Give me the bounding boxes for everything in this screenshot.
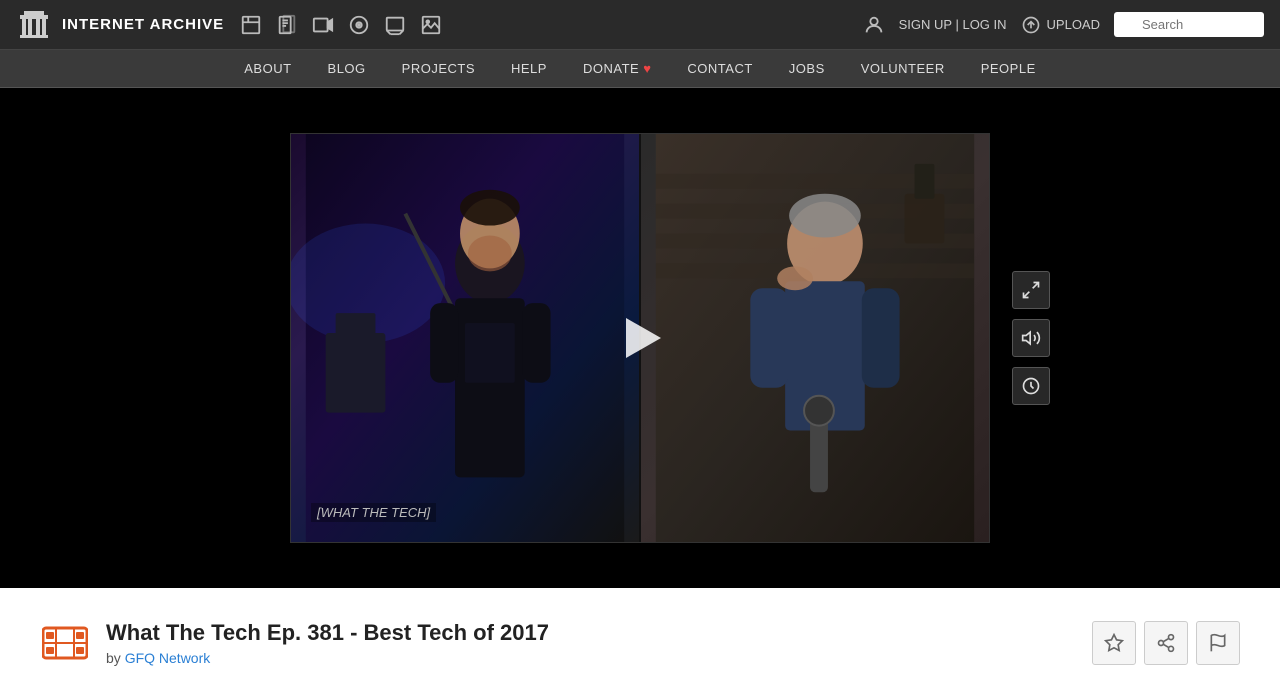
info-bar: What The Tech Ep. 381 - Best Tech of 201…: [0, 588, 1280, 698]
nav-software-icon[interactable]: [384, 14, 406, 36]
nav-video-icon[interactable]: [312, 14, 334, 36]
nav-projects[interactable]: PROJECTS: [384, 50, 493, 88]
user-icon: [863, 14, 885, 36]
video-section: [WHAT THE TECH]: [0, 88, 1280, 588]
search-wrapper[interactable]: 🔍: [1114, 12, 1264, 37]
play-button[interactable]: [610, 308, 670, 368]
nav-volunteer[interactable]: VOLUNTEER: [843, 50, 963, 88]
logo-area[interactable]: INTERNET ARCHIVE: [16, 7, 224, 43]
nav-people[interactable]: PEOPLE: [963, 50, 1054, 88]
upload-button[interactable]: UPLOAD: [1021, 15, 1100, 35]
signup-login-link[interactable]: SIGN UP | LOG IN: [899, 17, 1007, 32]
video-caption: [WHAT THE TECH]: [311, 503, 436, 522]
flag-button[interactable]: [1196, 621, 1240, 665]
archive-logo-icon: [16, 7, 52, 43]
secondary-navbar: ABOUT BLOG PROJECTS HELP DONATE ♥ CONTAC…: [0, 50, 1280, 88]
video-right-panel: [639, 134, 989, 542]
film-icon: [40, 618, 90, 668]
nav-donate[interactable]: DONATE ♥: [565, 50, 669, 88]
nav-texts-icon[interactable]: [276, 14, 298, 36]
fullscreen-button[interactable]: [1012, 271, 1050, 309]
favorite-button[interactable]: [1092, 621, 1136, 665]
by-line: by GFQ Network: [106, 650, 549, 666]
nav-icons: [240, 14, 863, 36]
nav-web-icon[interactable]: [240, 14, 262, 36]
nav-jobs[interactable]: JOBS: [771, 50, 843, 88]
search-input[interactable]: [1114, 12, 1264, 37]
site-name: INTERNET ARCHIVE: [62, 16, 224, 33]
nav-contact[interactable]: CONTACT: [669, 50, 770, 88]
nav-about[interactable]: ABOUT: [226, 50, 309, 88]
video-container: [WHAT THE TECH]: [290, 133, 990, 543]
share-button[interactable]: [1144, 621, 1188, 665]
nav-right: SIGN UP | LOG IN UPLOAD 🔍: [863, 12, 1264, 37]
side-controls: [1012, 271, 1050, 405]
nav-help[interactable]: HELP: [493, 50, 565, 88]
nav-audio-icon[interactable]: [348, 14, 370, 36]
item-title: What The Tech Ep. 381 - Best Tech of 201…: [106, 620, 549, 646]
play-triangle-icon: [626, 318, 661, 358]
clock-button[interactable]: [1012, 367, 1050, 405]
author-link[interactable]: GFQ Network: [125, 650, 211, 666]
video-left-panel: [291, 134, 639, 542]
title-area: What The Tech Ep. 381 - Best Tech of 201…: [40, 618, 549, 668]
nav-blog[interactable]: BLOG: [310, 50, 384, 88]
upload-label: UPLOAD: [1047, 17, 1100, 32]
volume-button[interactable]: [1012, 319, 1050, 357]
title-text-area: What The Tech Ep. 381 - Best Tech of 201…: [106, 620, 549, 666]
donate-heart-icon: ♥: [643, 61, 651, 76]
nav-images-icon[interactable]: [420, 14, 442, 36]
top-navbar: INTERNET ARCHIVE: [0, 0, 1280, 50]
action-buttons: [1092, 621, 1240, 665]
